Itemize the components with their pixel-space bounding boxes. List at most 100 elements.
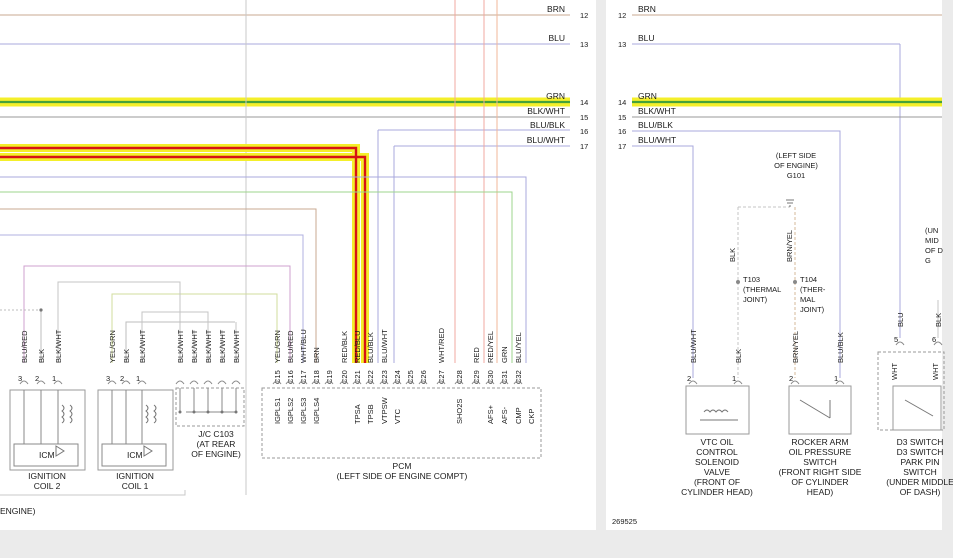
caption-line: JOINT) [800,305,825,314]
caption-line: (LEFT SIDE OF ENGINE COMPT) [337,471,468,481]
pcm-signal-name: CKP [527,409,536,424]
wire-color-label: BLU [638,33,655,43]
wire-number-label: 17 [580,142,588,151]
t104-joint [793,280,797,284]
figure-number: 269525 [612,517,637,526]
caption-line: OF ENGINE) [774,161,818,170]
caption-line: D3 SWITCH [897,437,944,447]
pcm-signal-name: TPSA [353,404,362,424]
caption-line: T103 [743,275,760,284]
pcm-signal-name: CMP [514,407,523,424]
caption-line: (THERMAL [743,285,781,294]
pcm-wire-color: WHT/BLU [299,329,308,363]
coil1-wire-color: YEL/GRN [108,330,117,363]
jc-splice-dot [220,410,224,414]
t104-wire-color: BRN/YEL [785,230,794,262]
d3-pin-number: 6 [932,335,936,344]
pcm-signal-name: AFS- [500,406,509,424]
caption-line: VALVE [704,467,730,477]
pcm-wire-color: RED [472,347,481,363]
rocker-wire-color: BRN/YEL [791,331,800,363]
splice-dot-coil2 [39,308,43,312]
d3-pin-number: 5 [894,335,898,344]
coil1-caption: IGNITION COIL 1 [116,471,154,491]
vtc-pin-number: 1 [732,374,736,383]
caption-line: OF D [925,246,943,255]
wire-number-label: 13 [618,40,626,49]
wire-color-label: BLK/WHT [638,106,676,116]
pcm-wire-color: BLU/BLK [366,332,375,363]
caption-line: PARK PIN [900,457,939,467]
d3-wire-color-lower: WHT [890,363,899,380]
caption-line: (FRONT OF [694,477,740,487]
right-page [606,0,942,530]
wire-number-label: 15 [618,113,626,122]
jc-wire-color: BLK/WHT [176,329,185,363]
vtc-wire-color: BLU/WHT [689,329,698,363]
rocker-pin-number: 2 [789,374,793,383]
pcm-signal-name: IGPLS3 [299,398,308,424]
jc-splice-dot [206,410,210,414]
caption-line: T104 [800,275,817,284]
caption-line: OF DASH) [900,487,941,497]
coil1-wire-color: BLK [122,349,131,363]
caption-line: G101 [787,171,805,180]
wire-number-label: 17 [618,142,626,151]
bottom-left-text: ENGINE) [0,506,36,516]
caption-line: COIL 1 [122,481,149,491]
t103-joint [736,280,740,284]
t103-wire-color: BLK [728,248,737,262]
coil1-icm-label: ICM [127,450,143,460]
caption-line: PCM [393,461,412,471]
pcm-wire-color: WHT/RED [437,327,446,363]
wire-number-label: 12 [618,11,626,20]
jc-splice-dot [178,410,182,414]
wire-color-label: BLU/WHT [527,135,565,145]
caption-line: IGNITION [28,471,66,481]
rocker-pin-number: 1 [834,374,838,383]
caption-line: J/C C103 [198,429,234,439]
pcm-signal-name: VTPSW [380,396,389,424]
wire-number-label: 16 [580,127,588,136]
caption-line: (UN [925,226,938,235]
pcm-wire-color: RED/YEL [486,331,495,363]
jc-splice-dot [234,410,238,414]
d3-wire-color-lower: WHT [931,363,940,380]
ignition-coil-2: ICM [9,389,86,471]
pcm-signal-name: VTC [393,408,402,424]
caption-line: OIL PRESSURE [789,447,852,457]
coil2-icm-label: ICM [39,450,55,460]
pcm-wire-color: BLU/WHT [380,329,389,363]
pcm-wire-color: BLU/RED [286,330,295,363]
caption-line: SWITCH [903,467,937,477]
wire-number-label: 14 [618,98,626,107]
wire-number-label: 12 [580,11,588,20]
pcm-wire-color: YEL/GRN [273,330,282,363]
coil1-wire-color: BLK/WHT [138,329,147,363]
wire-color-label: GRN [546,91,565,101]
wire-number-label: 16 [618,127,626,136]
pcm-signal-name: IGPLS4 [312,398,321,424]
caption-line: COIL 2 [34,481,61,491]
coil2-wire-color: BLK [37,349,46,363]
pcm-signal-name: IGPLS1 [273,398,282,424]
caption-line: SOLENOID [695,457,739,467]
caption-line: MAL [800,295,815,304]
wire-color-label: BLU/WHT [638,135,676,145]
caption-line: OF ENGINE) [191,449,241,459]
pcm-wire-color: BRN [312,347,321,363]
wiring-schematic: BRN12BLU13GRN14BLK/WHT15BLU/BLK16BLU/WHT… [0,0,953,530]
pcm-signal-name: SHO2S [455,399,464,424]
caption-line: G [925,256,931,265]
pcm-signal-name: IGPLS2 [286,398,295,424]
caption-line: OF CYLINDER [791,477,848,487]
wire-color-label: BRN [638,4,656,14]
jc-wire-color: BLK/WHT [190,329,199,363]
caption-line: VTC OIL [700,437,733,447]
jc-splice-dot [192,410,196,414]
coil2-wire-color: BLK/WHT [54,329,63,363]
d3-wire-color-upper: BLU [896,312,905,327]
caption-line: ROCKER ARM [791,437,848,447]
coil2-wire-color: BLU/RED [20,330,29,363]
caption-line: SWITCH [803,457,837,467]
